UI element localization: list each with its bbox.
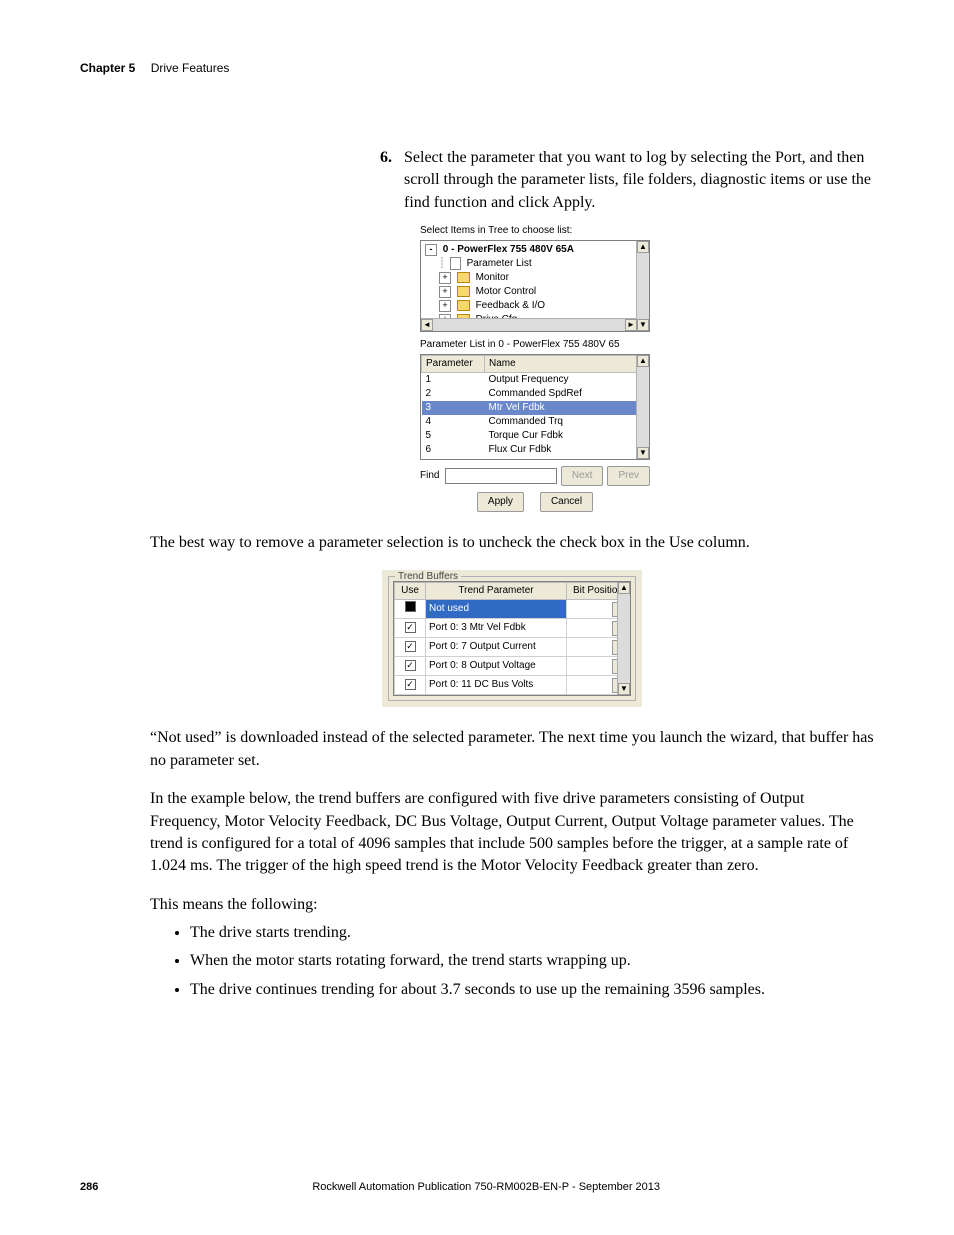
vertical-scrollbar[interactable]: ▲ ▼ <box>617 582 630 695</box>
step-number: 6. <box>380 147 404 214</box>
content-column: 6. Select the parameter that you want to… <box>380 147 874 512</box>
dialog-button-row: Apply Cancel <box>420 492 650 512</box>
trend-param-cell: Port 0: 8 Output Voltage <box>426 657 567 676</box>
not-used-paragraph: “Not used” is downloaded instead of the … <box>150 727 874 772</box>
page-footer: 286 Rockwell Automation Publication 750-… <box>80 1180 874 1195</box>
tree-item-label: Monitor <box>476 272 509 283</box>
trend-table: Use Trend Parameter Bit Position Not use… <box>393 581 631 696</box>
parameter-row[interactable]: 6Flux Cur Fdbk <box>422 443 649 457</box>
publication-id: Rockwell Automation Publication 750-RM00… <box>98 1180 874 1195</box>
tree-item[interactable]: + Motor Control <box>439 285 645 299</box>
next-button[interactable]: Next <box>561 466 604 486</box>
tree-root[interactable]: - 0 - PowerFlex 755 480V 65A <box>425 243 645 257</box>
scroll-down-icon[interactable]: ▼ <box>637 447 649 459</box>
trend-buffers-fieldset: Trend Buffers Use Trend Parameter Bit Po… <box>388 576 636 701</box>
trend-row[interactable]: ✓ Port 0: 7 Output Current ▼ <box>395 638 630 657</box>
vertical-scrollbar[interactable]: ▲ ▼ <box>636 241 649 331</box>
best-way-paragraph: The best way to remove a parameter selec… <box>150 532 874 554</box>
this-means-paragraph: This means the following: <box>150 894 874 916</box>
chapter-label: Chapter 5 <box>80 61 135 75</box>
document-icon <box>450 257 461 270</box>
tree-item-label: Parameter List <box>467 258 532 269</box>
select-parameter-dialog: Select Items in Tree to choose list: - 0… <box>420 224 650 512</box>
scroll-down-icon[interactable]: ▼ <box>618 683 630 695</box>
parameter-row[interactable]: 2Commanded SpdRef <box>422 387 649 401</box>
trend-param-cell: Port 0: 7 Output Current <box>426 638 567 657</box>
col-name[interactable]: Name <box>485 355 649 372</box>
parameter-table: Parameter Name 1Output Frequency 2Comman… <box>421 355 649 460</box>
apply-button[interactable]: Apply <box>477 492 524 512</box>
list-item: The drive continues trending for about 3… <box>190 979 874 1001</box>
step-6: 6. Select the parameter that you want to… <box>380 147 874 214</box>
folder-icon <box>457 272 470 283</box>
parameter-row[interactable]: 5Torque Cur Fdbk <box>422 429 649 443</box>
find-label: Find <box>420 469 439 483</box>
col-trend-parameter[interactable]: Trend Parameter <box>426 583 567 600</box>
parameter-row[interactable]: 7Output Current <box>422 457 649 460</box>
trend-row[interactable]: Not used ▼ <box>395 600 630 619</box>
scroll-right-icon[interactable]: ► <box>625 319 637 331</box>
expand-icon[interactable]: + <box>439 286 451 298</box>
use-checkbox[interactable]: ✓ <box>405 622 416 633</box>
prev-button[interactable]: Prev <box>607 466 650 486</box>
list-item: When the motor starts rotating forward, … <box>190 950 874 972</box>
parameter-list-label: Parameter List in 0 - PowerFlex 755 480V… <box>420 338 650 352</box>
horizontal-scrollbar[interactable]: ◄ ► <box>421 318 637 331</box>
trend-row[interactable]: ✓ Port 0: 3 Mtr Vel Fdbk ▼ <box>395 619 630 638</box>
use-checkbox[interactable]: ✓ <box>405 660 416 671</box>
tree-item[interactable]: + Feedback & I/O <box>439 299 645 313</box>
trend-param-cell: Port 0: 3 Mtr Vel Fdbk <box>426 619 567 638</box>
scroll-up-icon[interactable]: ▲ <box>618 582 630 594</box>
scroll-up-icon[interactable]: ▲ <box>637 241 649 253</box>
chapter-title: Drive Features <box>151 61 230 75</box>
parameter-listbox[interactable]: Parameter Name 1Output Frequency 2Comman… <box>420 354 650 460</box>
tree-root-label: 0 - PowerFlex 755 480V 65A <box>443 244 574 255</box>
list-item: The drive starts trending. <box>190 922 874 944</box>
parameter-row-selected[interactable]: 3Mtr Vel Fdbk <box>422 401 649 415</box>
tree-item-label: Motor Control <box>476 286 537 297</box>
parameter-row[interactable]: 4Commanded Trq <box>422 415 649 429</box>
expand-icon[interactable]: + <box>439 300 451 312</box>
find-row: Find Next Prev <box>420 466 650 486</box>
tree-view[interactable]: - 0 - PowerFlex 755 480V 65A ┊ Parameter… <box>420 240 650 332</box>
use-checkbox[interactable]: ✓ <box>405 679 416 690</box>
scroll-down-icon[interactable]: ▼ <box>637 319 649 331</box>
expand-icon[interactable]: + <box>439 272 451 284</box>
folder-icon <box>457 286 470 297</box>
tree-item[interactable]: + Monitor <box>439 271 645 285</box>
select-items-label: Select Items in Tree to choose list: <box>420 224 650 238</box>
scroll-left-icon[interactable]: ◄ <box>421 319 433 331</box>
tree-item-label: Feedback & I/O <box>476 300 545 311</box>
vertical-scrollbar[interactable]: ▲ ▼ <box>636 355 649 459</box>
bullet-list: The drive starts trending. When the moto… <box>190 922 874 1001</box>
parameter-row[interactable]: 1Output Frequency <box>422 372 649 387</box>
collapse-icon[interactable]: - <box>425 244 437 256</box>
folder-icon <box>457 300 470 311</box>
page-number: 286 <box>80 1180 98 1195</box>
find-input[interactable] <box>445 468 556 484</box>
parameter-header-row: Parameter Name <box>422 355 649 372</box>
scroll-up-icon[interactable]: ▲ <box>637 355 649 367</box>
trend-header-row: Use Trend Parameter Bit Position <box>395 583 630 600</box>
use-checkbox[interactable] <box>405 601 416 612</box>
trend-row[interactable]: ✓ Port 0: 11 DC Bus Volts ▼ <box>395 676 630 695</box>
trend-param-cell: Port 0: 11 DC Bus Volts <box>426 676 567 695</box>
trend-row[interactable]: ✓ Port 0: 8 Output Voltage ▼ <box>395 657 630 676</box>
tree-content: - 0 - PowerFlex 755 480V 65A ┊ Parameter… <box>421 241 649 329</box>
example-paragraph: In the example below, the trend buffers … <box>150 788 874 878</box>
tree-item[interactable]: ┊ Parameter List <box>439 257 645 271</box>
trend-buffers-panel: Trend Buffers Use Trend Parameter Bit Po… <box>382 570 642 707</box>
cancel-button[interactable]: Cancel <box>540 492 593 512</box>
step-text: Select the parameter that you want to lo… <box>404 147 874 214</box>
page-header: Chapter 5 Drive Features <box>80 60 874 77</box>
trend-param-cell: Not used <box>426 600 567 619</box>
page: Chapter 5 Drive Features 6. Select the p… <box>0 0 954 1235</box>
col-parameter[interactable]: Parameter <box>422 355 485 372</box>
use-checkbox[interactable]: ✓ <box>405 641 416 652</box>
col-use[interactable]: Use <box>395 583 426 600</box>
